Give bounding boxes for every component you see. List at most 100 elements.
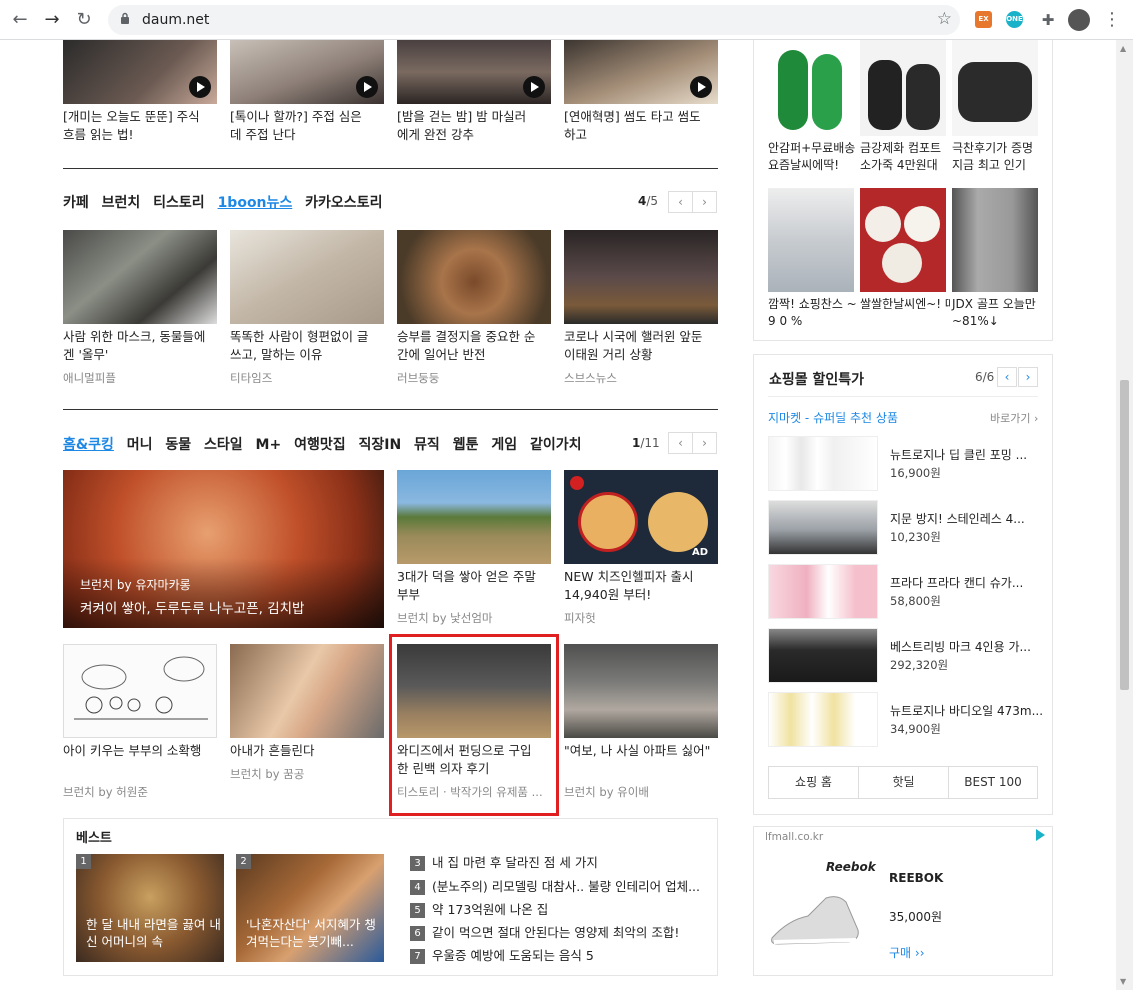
shopping-page: 6/6 <box>975 370 995 384</box>
adchoices-icon[interactable] <box>1036 829 1045 841</box>
video-thumb-2[interactable] <box>230 40 384 104</box>
article-thumb[interactable] <box>564 644 718 738</box>
article-caption[interactable]: 승부를 결정지을 중요한 순간에 일어난 반전 <box>397 328 542 364</box>
prev-arrow-icon[interactable]: ‹ <box>668 432 693 454</box>
tab-webtoon[interactable]: 웹툰 <box>453 437 479 453</box>
article-caption[interactable]: 아이 키우는 부부의 소확행 <box>63 742 213 760</box>
profile-avatar[interactable] <box>1068 9 1090 31</box>
best100-button[interactable]: BEST 100 <box>948 766 1038 799</box>
article-thumb[interactable] <box>397 230 551 324</box>
next-arrow-icon[interactable]: › <box>692 432 717 454</box>
tab-cafe[interactable]: 카페 <box>63 195 89 211</box>
prev-arrow-icon[interactable]: ‹ <box>997 367 1017 387</box>
article-thumb[interactable] <box>397 470 551 564</box>
ad-buy-link[interactable]: 구매 ›› <box>889 944 925 961</box>
tab-music[interactable]: 뮤직 <box>414 437 440 453</box>
tab-game[interactable]: 게임 <box>491 437 517 453</box>
scroll-up-icon[interactable]: ▲ <box>1120 44 1126 53</box>
tab-money[interactable]: 머니 <box>127 437 153 453</box>
article-caption[interactable]: 코로나 시국에 핼러윈 앞둔 이태원 거리 상황 <box>564 328 709 364</box>
shop-item[interactable]: 지문 방지! 스테인레스 4... 10,230원 <box>768 500 1038 555</box>
product-caption[interactable]: 쌀쌀한날씨엔~! 따끈따끈꼬마호빵 <box>860 296 950 313</box>
play-icon <box>523 76 545 98</box>
article-caption[interactable]: NEW 치즈인헬피자 출시 14,940원 부터! <box>564 568 704 604</box>
shop-item[interactable]: 프라다 프라다 캔디 슈가... 58,800원 <box>768 564 1038 619</box>
shopping-home-button[interactable]: 쇼핑 홈 <box>768 766 859 799</box>
tab-brunch[interactable]: 브런치 <box>102 195 141 211</box>
best-list-item[interactable]: 6 같이 먹으면 절대 안된다는 영양제 최악의 조합! <box>410 922 679 941</box>
tab-animal[interactable]: 동물 <box>165 437 191 453</box>
shop-item-image <box>768 628 878 683</box>
product-thumb[interactable] <box>952 188 1038 292</box>
shopping-subtitle[interactable]: 지마켓 - 슈퍼딜 추천 상품 <box>768 409 898 426</box>
article-caption[interactable]: "여보, 나 사실 아파트 싫어" <box>564 742 714 760</box>
shop-item[interactable]: 베스트리빙 마크 4인용 가... 292,320원 <box>768 628 1038 683</box>
tab-travel[interactable]: 여행맛집 <box>294 437 346 453</box>
address-bar[interactable]: daum.net ☆ <box>108 5 960 35</box>
best-card-2[interactable]: 2 '나혼자산다' 서지혜가 챙겨먹는다는 붓기빼... <box>236 854 384 962</box>
article-source: 러브둥둥 <box>397 371 440 385</box>
video-thumb-1[interactable] <box>63 40 217 104</box>
highlight-box <box>389 634 559 816</box>
next-arrow-icon[interactable]: › <box>1018 367 1038 387</box>
video-caption-4[interactable]: [연애혁명] 썸도 타고 썸도 하고 <box>564 108 714 144</box>
rank-badge: 4 <box>410 880 425 895</box>
article-thumb[interactable] <box>564 230 718 324</box>
article-caption[interactable]: 똑똑한 사람이 형편없이 글 쓰고, 말하는 이유 <box>230 328 375 364</box>
article-caption[interactable]: 3대가 덕을 쌓아 얻은 주말부부 <box>397 568 537 604</box>
article-caption[interactable]: 아내가 흔들린다 <box>230 742 375 760</box>
shopping-more-link[interactable]: 바로가기 › <box>990 410 1038 426</box>
tab-kakaostory[interactable]: 카카오스토리 <box>305 195 382 211</box>
prev-arrow-icon[interactable]: ‹ <box>668 191 693 213</box>
video-thumb-4[interactable] <box>564 40 718 104</box>
reload-icon[interactable]: ↻ <box>72 8 96 32</box>
product-thumb[interactable] <box>860 40 946 136</box>
article-thumb[interactable] <box>230 644 384 738</box>
video-caption-3[interactable]: [밤을 걷는 밤] 밤 마실러에게 완전 강추 <box>397 108 527 144</box>
forward-icon[interactable]: → <box>40 8 64 32</box>
scrollbar-thumb[interactable] <box>1120 380 1129 690</box>
tab-1boon[interactable]: 1boon뉴스 <box>218 195 293 211</box>
tab-tistory[interactable]: 티스토리 <box>153 195 205 211</box>
product-thumb[interactable] <box>952 40 1038 136</box>
extension-one-icon[interactable]: ONE <box>1006 11 1023 28</box>
article-thumb[interactable] <box>63 644 217 738</box>
best-list-item[interactable]: 7 우울증 예방에 도움되는 음식 5 <box>410 945 594 964</box>
product-caption[interactable]: JDX 골프 오늘만~81%↓ <box>952 296 1042 330</box>
best-list-item[interactable]: 4 (분노주의) 리모델링 대참사.. 불량 인테리어 업체... <box>410 876 700 895</box>
menu-kebab-icon[interactable]: ⋮ <box>1100 8 1124 32</box>
next-arrow-icon[interactable]: › <box>692 191 717 213</box>
product-thumb[interactable] <box>860 188 946 292</box>
tab-work[interactable]: 직장IN <box>358 437 401 453</box>
article-thumb[interactable] <box>230 230 384 324</box>
product-thumb[interactable] <box>768 188 854 292</box>
best-list-item[interactable]: 3 내 집 마련 후 달라진 점 세 가지 <box>410 852 598 871</box>
back-icon[interactable]: ← <box>8 8 32 32</box>
video-caption-1[interactable]: [개미는 오늘도 뚠뚠] 주식 흐름 읽는 법! <box>63 108 213 144</box>
product-thumb[interactable] <box>768 40 854 136</box>
product-caption[interactable]: 깜짝! 쇼핑찬스 ~ 9 0 % <box>768 296 858 330</box>
extensions-puzzle-icon[interactable]: ✚ <box>1036 8 1060 32</box>
ad-thumb[interactable]: AD <box>564 470 718 564</box>
feature-card[interactable]: 브런치 by 유자마카롱 켜켜이 쌓아, 두루두루 나누고픈, 김치밥 <box>63 470 384 628</box>
hotdeal-button[interactable]: 핫딜 <box>858 766 949 799</box>
extension-ex-icon[interactable]: EX <box>975 11 992 28</box>
shop-item[interactable]: 뉴트로지나 바디오일 473m... 34,900원 <box>768 692 1043 747</box>
tab-home-cooking[interactable]: 홈&쿠킹 <box>63 437 114 453</box>
product-caption[interactable]: 극찬후기가 증명 지금 최고 인기 <box>952 140 1042 174</box>
article-thumb[interactable] <box>63 230 217 324</box>
scroll-down-icon[interactable]: ▼ <box>1120 977 1126 986</box>
video-thumb-3[interactable] <box>397 40 551 104</box>
product-caption[interactable]: 안감퍼+무료배송 요즘날씨에딱! <box>768 140 858 174</box>
tab-mplus[interactable]: M+ <box>256 437 282 453</box>
product-caption[interactable]: 금강제화 컴포트 소가죽 4만원대 <box>860 140 950 174</box>
bookmark-star-icon[interactable]: ☆ <box>937 9 952 29</box>
best-list-item[interactable]: 5 약 173억원에 나온 집 <box>410 899 548 918</box>
article-caption[interactable]: 사람 위한 마스크, 동물들에겐 '올무' <box>63 328 213 364</box>
tab-style[interactable]: 스타일 <box>204 437 243 453</box>
tab-together[interactable]: 같이가치 <box>530 437 582 453</box>
best-card-1[interactable]: 1 한 달 내내 라면을 끓여 내신 어머니의 속 <box>76 854 224 962</box>
video-caption-2[interactable]: [톡이나 할까?] 주접 심은 데 주접 난다 <box>230 108 375 144</box>
shop-item[interactable]: 뉴트로지나 딥 클린 포밍 ... 16,900원 <box>768 436 1038 491</box>
scrollbar[interactable]: ▲ ▼ <box>1116 40 1133 990</box>
